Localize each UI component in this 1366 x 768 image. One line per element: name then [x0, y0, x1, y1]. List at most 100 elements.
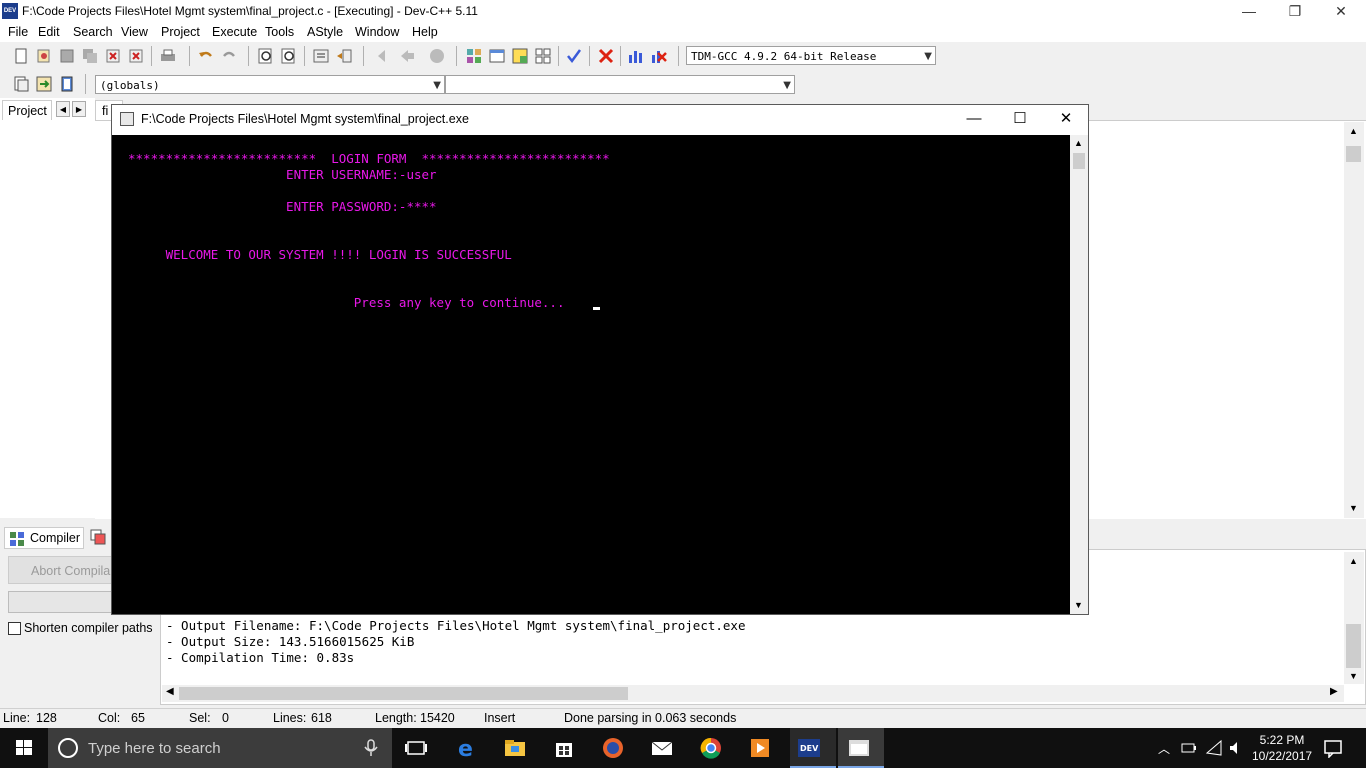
scrollbar-thumb[interactable]: [179, 687, 628, 700]
task-view-icon[interactable]: [404, 736, 428, 760]
menu-astyle[interactable]: AStyle: [307, 25, 343, 39]
console-close-button[interactable]: ✕: [1043, 105, 1089, 135]
action-center-icon[interactable]: [1323, 738, 1343, 758]
console-line-continue: Press any key to continue...: [128, 295, 565, 310]
scrollbar-thumb[interactable]: [1073, 153, 1085, 169]
chevron-left-icon[interactable]: ◀: [166, 686, 174, 697]
indent-icon[interactable]: [312, 47, 330, 65]
chevron-down-icon[interactable]: ▼: [1349, 503, 1358, 513]
toolbar-separator: [363, 46, 364, 66]
firefox-icon[interactable]: [601, 736, 625, 760]
profile-chart-icon[interactable]: [627, 47, 645, 65]
menu-execute[interactable]: Execute: [212, 25, 257, 39]
chevron-down-icon[interactable]: ▼: [1074, 600, 1083, 610]
bookmark-icon[interactable]: [428, 47, 446, 65]
save-icon[interactable]: [58, 47, 76, 65]
windows-start-icon[interactable]: [0, 728, 48, 768]
scrollbar-thumb[interactable]: [1346, 146, 1361, 162]
goto-forward-icon[interactable]: [398, 47, 416, 65]
check-syntax-icon[interactable]: [565, 47, 583, 65]
media-player-icon[interactable]: [748, 736, 772, 760]
console-scrollbar[interactable]: ▲ ▼: [1070, 135, 1088, 614]
chevron-right-icon[interactable]: ▶: [1330, 686, 1338, 697]
microphone-icon[interactable]: [362, 738, 380, 758]
menu-search[interactable]: Search: [73, 25, 113, 39]
log-line: - Output Size: 143.5166015625 KiB: [166, 634, 415, 649]
log-vertical-scrollbar[interactable]: ▲ ▼: [1344, 552, 1364, 684]
status-line: 128: [36, 711, 57, 725]
battery-icon[interactable]: [1180, 740, 1198, 756]
mail-icon[interactable]: [650, 736, 674, 760]
console-maximize-button[interactable]: ☐: [997, 105, 1043, 135]
close-button[interactable]: ✕: [1318, 0, 1364, 24]
find-icon[interactable]: [257, 47, 275, 65]
insert-icon[interactable]: [12, 75, 30, 93]
volume-icon[interactable]: [1228, 739, 1246, 757]
chevron-up-icon[interactable]: ︿: [1158, 740, 1170, 757]
menu-project[interactable]: Project: [161, 25, 200, 39]
console-line-password: ENTER PASSWORD:-****: [128, 199, 437, 214]
stop-execution-icon[interactable]: [597, 47, 615, 65]
minimize-button[interactable]: —: [1226, 0, 1272, 24]
tab-scroll-right-button[interactable]: ▶: [72, 101, 86, 117]
close-file-icon[interactable]: [104, 47, 122, 65]
menu-tools[interactable]: Tools: [265, 25, 294, 39]
scope-select[interactable]: (globals) ▼: [95, 75, 445, 94]
restore-button[interactable]: ❐: [1272, 0, 1318, 24]
redo-icon[interactable]: [220, 47, 238, 65]
taskbar-clock[interactable]: 5:22 PM 10/22/2017: [1252, 732, 1312, 764]
open-file-icon[interactable]: [35, 47, 53, 65]
status-lines-label: Lines:: [273, 711, 307, 725]
window-icon[interactable]: [488, 47, 506, 65]
scrollbar-thumb[interactable]: [1346, 624, 1361, 668]
log-line: - Compilation Time: 0.83s: [166, 650, 355, 665]
chevron-up-icon[interactable]: ▲: [1349, 556, 1358, 566]
undo-icon[interactable]: [197, 47, 215, 65]
editor-scrollbar[interactable]: ▲ ▼: [1344, 122, 1364, 518]
chevron-up-icon[interactable]: ▲: [1074, 138, 1083, 148]
compiler-select[interactable]: TDM-GCC 4.9.2 64-bit Release ▼: [686, 46, 936, 65]
member-select[interactable]: ▼: [445, 75, 795, 94]
toggle-bookmark-icon[interactable]: [58, 75, 76, 93]
status-sel-label: Sel:: [189, 711, 211, 725]
window-title: F:\Code Projects Files\Hotel Mgmt system…: [22, 4, 478, 18]
print-icon[interactable]: [159, 47, 177, 65]
tab-project[interactable]: Project: [2, 100, 52, 120]
chrome-icon[interactable]: [699, 736, 723, 760]
tab-scroll-left-button[interactable]: ◀: [56, 101, 70, 117]
console-taskbar-icon: [849, 740, 869, 756]
chevron-up-icon[interactable]: ▲: [1349, 126, 1358, 136]
save-all-icon[interactable]: [81, 47, 99, 65]
delete-profile-icon[interactable]: [650, 47, 668, 65]
menu-window[interactable]: Window: [355, 25, 399, 39]
devcpp-icon: DEV: [798, 739, 820, 757]
status-lines: 618: [311, 711, 332, 725]
new-project-icon[interactable]: [465, 47, 483, 65]
toolbar-separator: [558, 46, 559, 66]
unindent-icon[interactable]: [335, 47, 353, 65]
devcpp-app-icon: DEV: [2, 3, 18, 19]
menu-file[interactable]: File: [8, 25, 28, 39]
menu-edit[interactable]: Edit: [38, 25, 60, 39]
tile-windows-icon[interactable]: [511, 47, 529, 65]
replace-icon[interactable]: [280, 47, 298, 65]
wifi-icon[interactable]: [1205, 739, 1223, 757]
search-placeholder: Type here to search: [88, 740, 221, 757]
goto-line-icon[interactable]: [35, 75, 53, 93]
toolbar-separator: [85, 74, 86, 94]
resources-icon[interactable]: [90, 529, 106, 545]
toolbar-separator: [620, 46, 621, 66]
tab-compiler[interactable]: Compiler: [4, 527, 84, 549]
close-all-icon[interactable]: [127, 47, 145, 65]
goto-back-icon[interactable]: [375, 47, 393, 65]
new-file-icon[interactable]: [12, 47, 30, 65]
chevron-down-icon[interactable]: ▼: [1349, 671, 1358, 681]
file-explorer-icon[interactable]: [503, 736, 527, 760]
console-minimize-button[interactable]: —: [951, 105, 997, 135]
menu-view[interactable]: View: [121, 25, 148, 39]
store-icon[interactable]: [552, 736, 576, 760]
menu-help[interactable]: Help: [412, 25, 438, 39]
grid-windows-icon[interactable]: [534, 47, 552, 65]
edge-browser-icon[interactable]: e: [455, 736, 479, 760]
shorten-paths-checkbox[interactable]: [8, 622, 21, 635]
